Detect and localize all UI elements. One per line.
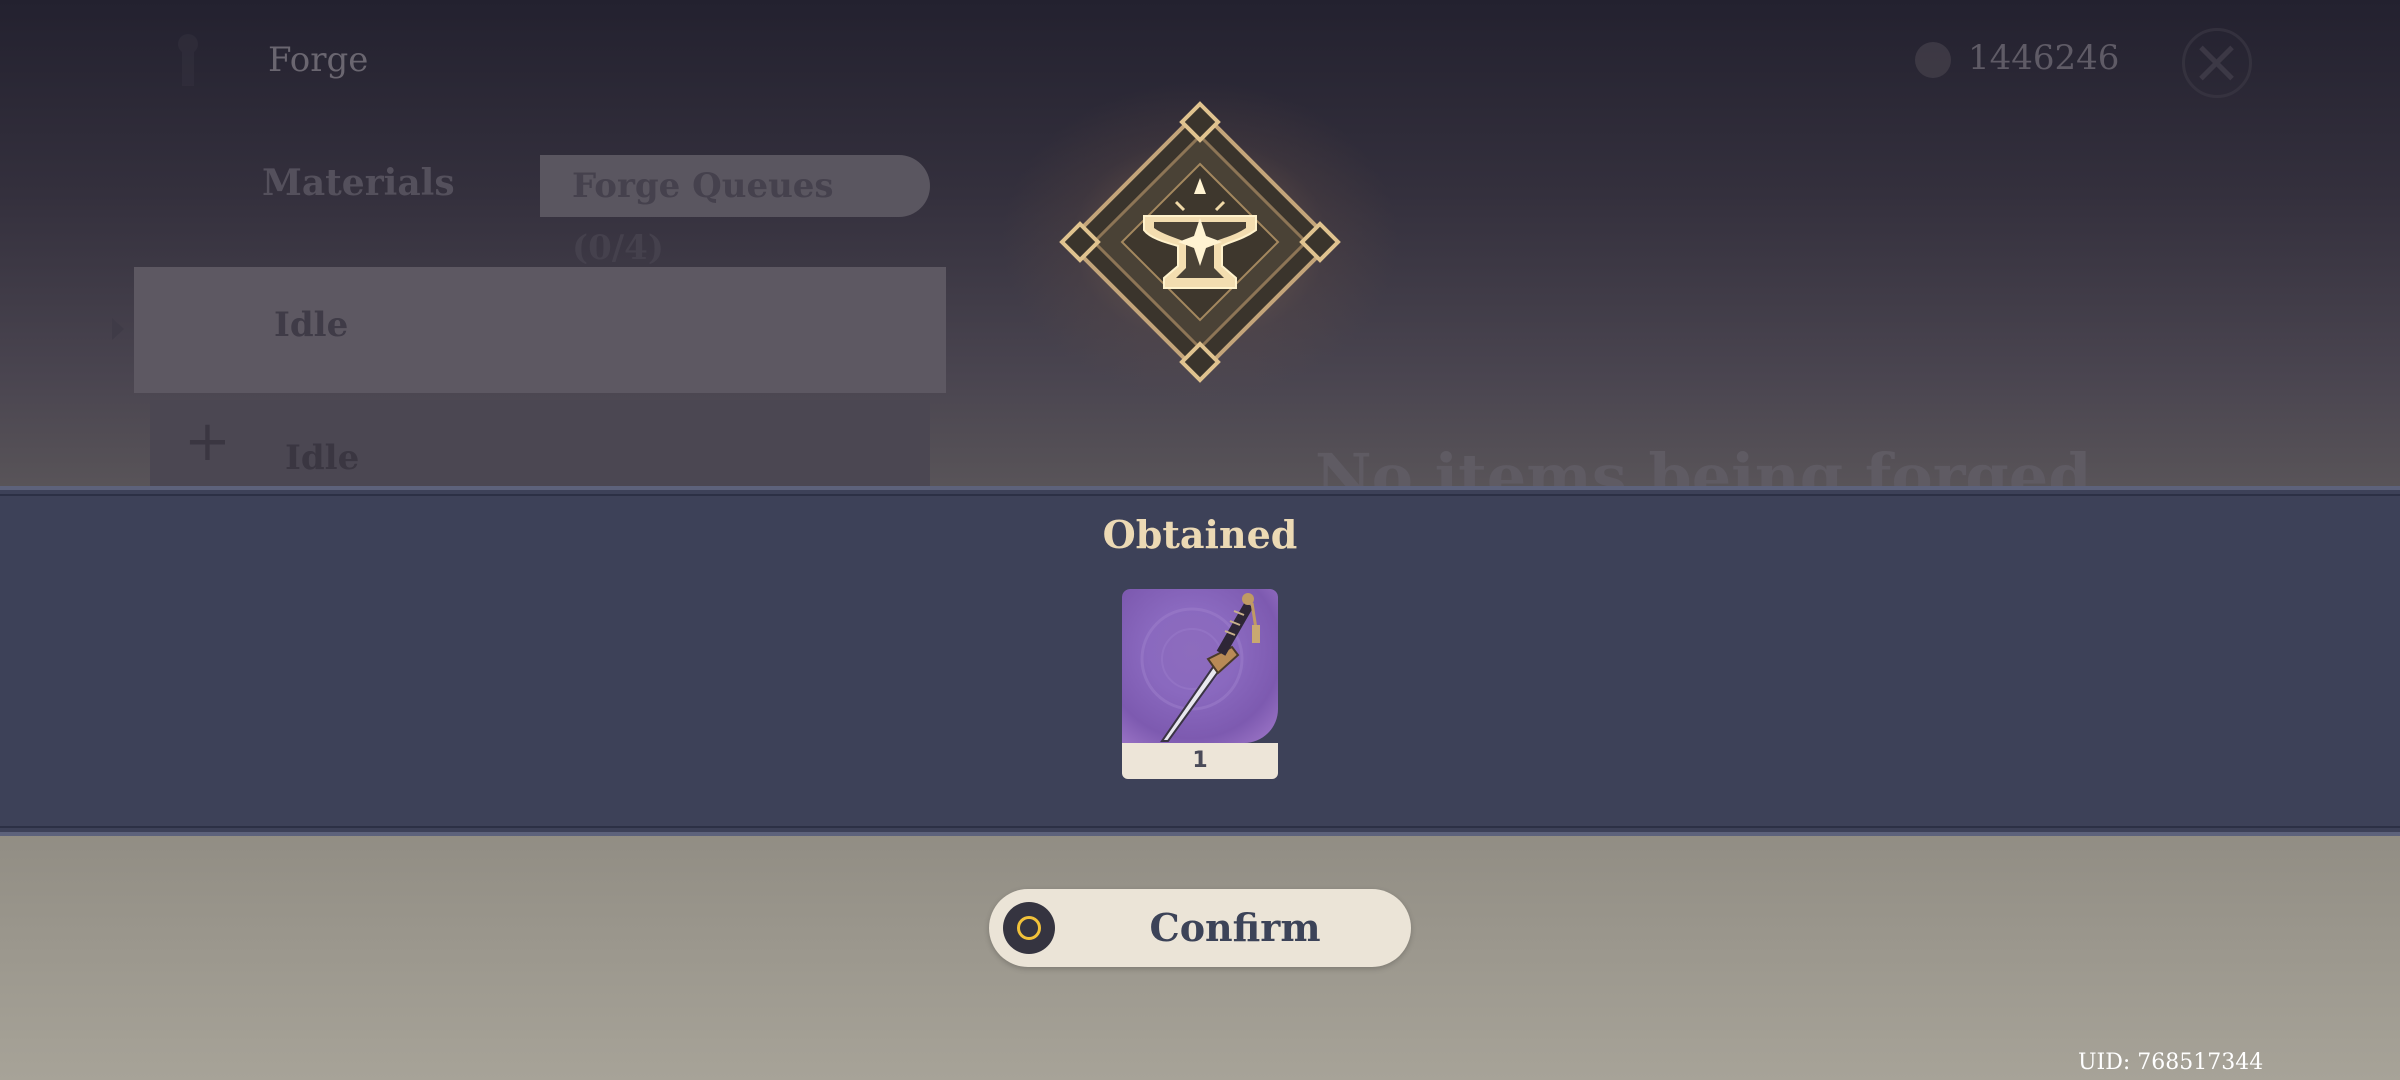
page-title: Forge [268, 40, 369, 80]
reward-item-card[interactable]: 1 [1122, 589, 1278, 779]
anvil-emblem-icon [1059, 101, 1341, 383]
uid-label: UID: 768517344 [2078, 1050, 2264, 1075]
circle-button-icon [1003, 902, 1055, 954]
confirm-label: Confirm [1149, 905, 1321, 950]
forge-icon [178, 34, 198, 86]
plus-icon: + [184, 409, 231, 474]
queue-slot: Idle [134, 267, 946, 393]
mora-icon [1915, 42, 1951, 78]
mora-count: 1446246 [1968, 38, 2120, 78]
queue-status: Idle [274, 305, 349, 345]
sword-icon [1140, 593, 1260, 742]
queue-slot: + Idle [150, 400, 930, 490]
tab-forge-queues: Forge Queues (0/4) [540, 155, 930, 268]
caret-right-icon [112, 318, 124, 340]
item-artwork [1122, 589, 1278, 743]
close-icon [2182, 28, 2252, 98]
item-count: 1 [1122, 743, 1278, 779]
confirm-button[interactable]: Confirm [989, 889, 1411, 967]
tab-materials: Materials [262, 162, 455, 204]
obtained-title: Obtained [1102, 512, 1298, 557]
queue-status: Idle [285, 438, 360, 478]
